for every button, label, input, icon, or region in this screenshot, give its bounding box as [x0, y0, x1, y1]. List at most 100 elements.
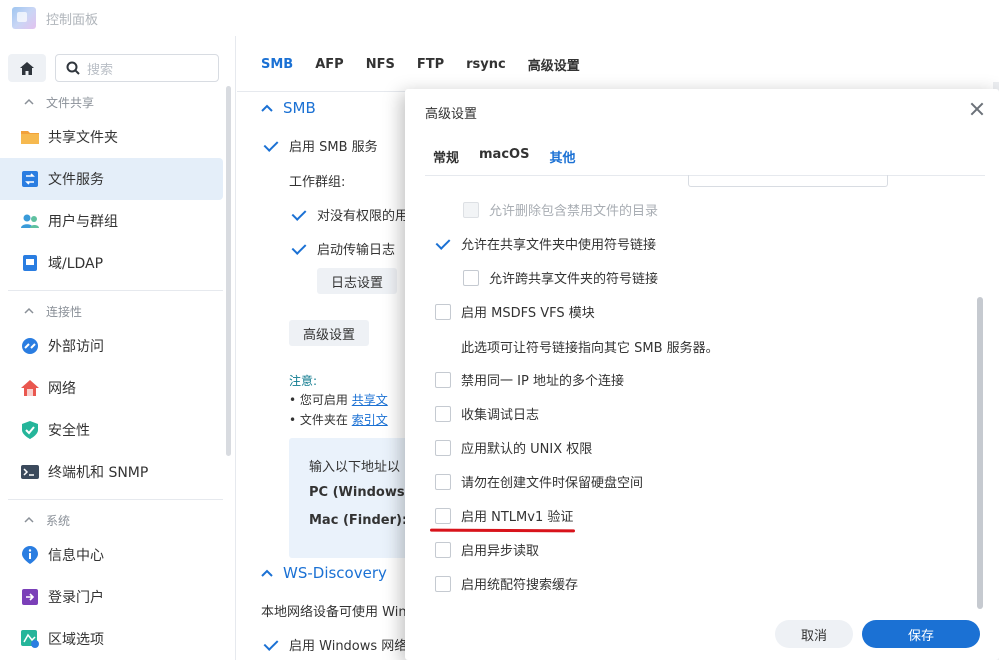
sidebar-item-regional-options[interactable]: 区域选项: [0, 618, 223, 660]
ntlmv1-checkbox[interactable]: [435, 507, 451, 524]
workgroup-label: 工作群组:: [289, 171, 345, 190]
chevron-up-icon: [24, 516, 34, 523]
allow-cross-symlinks-row[interactable]: 允许跨共享文件夹的符号链接: [463, 268, 658, 287]
ntlmv1-row[interactable]: 启用 NTLMv1 验证: [435, 506, 573, 525]
option-label: 启用异步读取: [461, 544, 540, 559]
sidebar-item-login-portal[interactable]: 登录门户: [0, 576, 223, 618]
reserve-disk-checkbox[interactable]: [435, 473, 451, 490]
async-read-row[interactable]: 启用异步读取: [435, 540, 539, 559]
sidebar-item-terminal-snmp[interactable]: 终端机和 SNMP: [0, 451, 223, 493]
workgroup-text: 工作群组:: [289, 175, 346, 190]
sidebar-item-info-center[interactable]: 信息中心: [0, 534, 223, 576]
sidebar-item-shared-folder[interactable]: 共享文件夹: [0, 116, 223, 158]
disable-multi-ip-checkbox[interactable]: [435, 371, 451, 388]
tab-nfs[interactable]: NFS: [366, 55, 395, 72]
tab-macos[interactable]: macOS: [479, 147, 529, 166]
no-permission-row[interactable]: 对没有权限的用: [291, 205, 408, 224]
home-button[interactable]: [8, 54, 46, 82]
sidebar-item-domain-ldap[interactable]: 域/LDAP: [0, 242, 223, 284]
tab-ftp[interactable]: FTP: [417, 55, 444, 72]
index-link[interactable]: 索引文: [352, 413, 388, 427]
sidebar-item-label: 域/LDAP: [48, 256, 104, 272]
enable-smb-checkbox[interactable]: [263, 138, 279, 154]
unix-perms-checkbox[interactable]: [435, 439, 451, 456]
enable-smb-label: 启用 SMB 服务: [289, 140, 378, 155]
shared-folder-link[interactable]: 共享文: [352, 393, 388, 407]
allow-delete-dirs-checkbox: [463, 201, 479, 218]
info-icon: [20, 545, 40, 565]
enable-windows-network-row[interactable]: 启用 Windows 网络: [263, 635, 407, 654]
wildcard-cache-checkbox[interactable]: [435, 575, 451, 592]
chevron-up-icon: [24, 98, 34, 105]
log-settings-button[interactable]: 日志设置: [317, 268, 397, 294]
enable-log-checkbox[interactable]: [291, 241, 307, 257]
smb-section-header[interactable]: SMB: [237, 93, 316, 123]
search-input[interactable]: 搜索: [55, 54, 219, 82]
tab-afp[interactable]: AFP: [315, 55, 343, 72]
debug-log-checkbox[interactable]: [435, 405, 451, 422]
group-label: 系统: [46, 513, 71, 528]
sidebar-item-users-groups[interactable]: 用户与群组: [0, 200, 223, 242]
disable-multi-ip-row[interactable]: 禁用同一 IP 地址的多个连接: [435, 370, 624, 389]
folder-icon: [20, 127, 40, 147]
reserve-disk-row[interactable]: 请勿在创建文件时保留硬盘空间: [435, 472, 643, 491]
close-icon[interactable]: [969, 101, 985, 117]
group-label: 文件共享: [46, 95, 95, 110]
option-label: 启用统配符搜索缓存: [461, 578, 579, 593]
terminal-icon: [20, 462, 40, 482]
async-read-checkbox[interactable]: [435, 541, 451, 558]
msdfs-checkbox[interactable]: [435, 303, 451, 320]
tab-general[interactable]: 常规: [433, 147, 459, 166]
option-label: 允许跨共享文件夹的符号链接: [489, 272, 659, 287]
sidebar-item-external-access[interactable]: 外部访问: [0, 325, 223, 367]
group-connectivity[interactable]: 连接性: [0, 297, 235, 325]
save-button[interactable]: 保存: [862, 620, 980, 648]
tab-rsync[interactable]: rsync: [466, 55, 506, 72]
search-icon: [66, 61, 80, 75]
note-title: 注意:: [289, 374, 318, 388]
group-system[interactable]: 系统: [0, 506, 235, 534]
allow-symlinks-checkbox[interactable]: [435, 236, 451, 252]
sidebar-item-network[interactable]: 网络: [0, 367, 223, 409]
windows-network-checkbox[interactable]: [263, 637, 279, 653]
sidebar-item-label: 共享文件夹: [48, 130, 118, 146]
no-permission-checkbox[interactable]: [291, 207, 307, 223]
enable-log-row[interactable]: 启动传输日志: [291, 239, 395, 258]
allow-symlinks-row[interactable]: 允许在共享文件夹中使用符号链接: [435, 234, 656, 253]
tab-other[interactable]: 其他: [549, 147, 575, 166]
option-label: 启用 NTLMv1 验证: [461, 510, 574, 525]
section-title: SMB: [283, 99, 316, 117]
group-label: 连接性: [46, 304, 83, 319]
section-title: WS-Discovery: [283, 564, 387, 582]
enable-log-label: 启动传输日志: [317, 243, 396, 258]
sidebar-scrollbar[interactable]: [226, 86, 231, 456]
enable-smb-row[interactable]: 启用 SMB 服务: [263, 136, 378, 155]
users-icon: [20, 211, 40, 231]
cancel-button[interactable]: 取消: [775, 620, 853, 648]
sidebar-item-file-services[interactable]: 文件服务: [0, 158, 223, 200]
option-label: 应用默认的 UNIX 权限: [461, 442, 593, 457]
dialog-scrollbar[interactable]: [977, 297, 983, 609]
chevron-up-icon: [24, 307, 34, 314]
sidebar-item-label: 终端机和 SNMP: [48, 465, 149, 481]
partial-input-field[interactable]: [688, 175, 888, 187]
ws-discovery-header[interactable]: WS-Discovery: [237, 558, 387, 588]
group-file-sharing[interactable]: 文件共享: [0, 88, 235, 116]
wildcard-cache-row[interactable]: 启用统配符搜索缓存: [435, 574, 578, 593]
option-label: 请勿在创建文件时保留硬盘空间: [461, 476, 644, 491]
info-mac: Mac (Finder):: [309, 513, 408, 528]
advanced-settings-button[interactable]: 高级设置: [289, 320, 369, 346]
control-panel-icon: [12, 7, 36, 29]
tab-advanced[interactable]: 高级设置: [528, 53, 580, 74]
ws-description: 本地网络设备可使用 Win: [261, 601, 407, 620]
msdfs-row[interactable]: 启用 MSDFS VFS 模块: [435, 302, 595, 321]
unix-perms-row[interactable]: 应用默认的 UNIX 权限: [435, 438, 592, 457]
option-label: 允许在共享文件夹中使用符号链接: [461, 238, 657, 253]
tab-smb[interactable]: SMB: [261, 55, 293, 72]
debug-log-row[interactable]: 收集调试日志: [435, 404, 539, 423]
sidebar-item-security[interactable]: 安全性: [0, 409, 223, 451]
windows-network-label: 启用 Windows 网络: [289, 639, 408, 654]
chevron-up-icon: [261, 569, 273, 577]
allow-cross-symlinks-checkbox[interactable]: [463, 269, 479, 286]
note-text: 您可启用: [299, 393, 348, 407]
